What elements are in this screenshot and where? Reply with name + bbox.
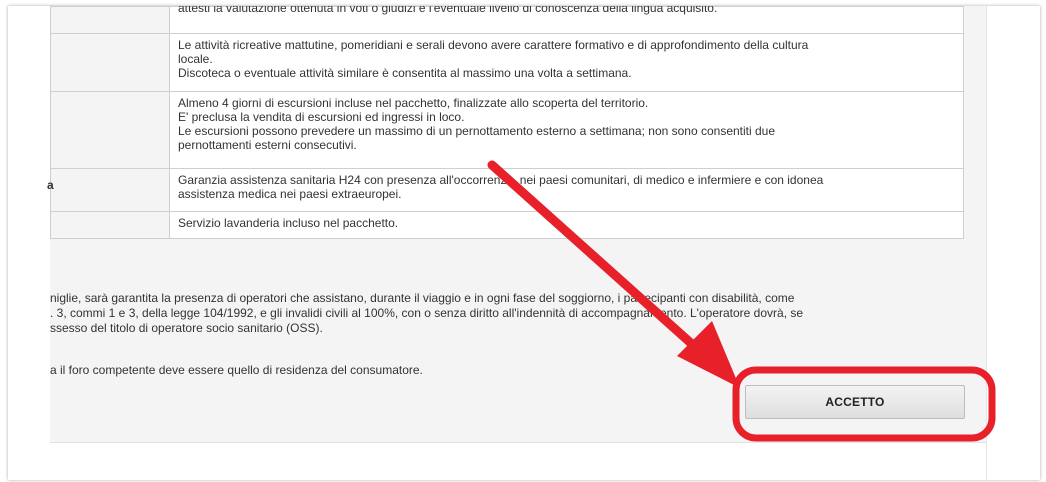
table-row: a Garanzia assistenza sanitaria H24 con … xyxy=(47,168,964,212)
terms-table: attesti la valutazione ottenuta in voti … xyxy=(47,6,964,239)
row-content: Servizio lavanderia incluso nel pacchett… xyxy=(169,211,964,239)
table-row: Le attività ricreative mattutine, pomeri… xyxy=(50,33,964,92)
disability-note-line: niglie, sarà garantita la presenza di op… xyxy=(50,291,795,305)
jurisdiction-note: a il foro competente deve essere quello … xyxy=(50,363,423,377)
row-text: attesti la valutazione ottenuta in voti … xyxy=(178,6,718,15)
row-text: Almeno 4 giorni di escursioni incluse ne… xyxy=(178,96,649,110)
row-label xyxy=(50,33,170,92)
row-label xyxy=(50,6,170,34)
table-row: Servizio lavanderia incluso nel pacchett… xyxy=(50,211,964,239)
disability-note-line: . 3, commi 1 e 3, della legge 104/1992, … xyxy=(50,306,804,320)
table-row: attesti la valutazione ottenuta in voti … xyxy=(50,6,964,34)
row-text: assistenza medica nei paesi extraeuropei… xyxy=(178,187,402,201)
table-row: Almeno 4 giorni di escursioni incluse ne… xyxy=(50,91,964,169)
row-content: Garanzia assistenza sanitaria H24 con pr… xyxy=(169,168,964,212)
row-text: Discoteca o eventuale attività similare … xyxy=(178,66,632,80)
row-text: Le attività ricreative mattutine, pomeri… xyxy=(178,38,809,52)
row-text: Servizio lavanderia incluso nel pacchett… xyxy=(178,216,399,230)
row-text: Garanzia assistenza sanitaria H24 con pr… xyxy=(178,173,824,187)
terms-panel: attesti la valutazione ottenuta in voti … xyxy=(47,6,987,443)
row-content: Le attività ricreative mattutine, pomeri… xyxy=(169,33,964,92)
row-content: attesti la valutazione ottenuta in voti … xyxy=(169,6,964,34)
row-text: locale. xyxy=(178,52,213,66)
row-text: Le escursioni possono prevedere un massi… xyxy=(178,124,776,138)
row-label: a xyxy=(47,168,170,212)
row-text: pernottamenti esterni consecutivi. xyxy=(178,138,357,152)
scrollbar-gutter[interactable] xyxy=(986,6,987,480)
row-label xyxy=(50,211,170,239)
row-text: E' preclusa la vendita di escursioni ed … xyxy=(178,110,465,124)
row-content: Almeno 4 giorni di escursioni incluse ne… xyxy=(169,91,964,169)
row-label xyxy=(50,91,170,169)
accept-button[interactable]: ACCETTO xyxy=(745,385,965,419)
disability-note-line: ssesso del titolo di operatore socio san… xyxy=(50,321,323,335)
